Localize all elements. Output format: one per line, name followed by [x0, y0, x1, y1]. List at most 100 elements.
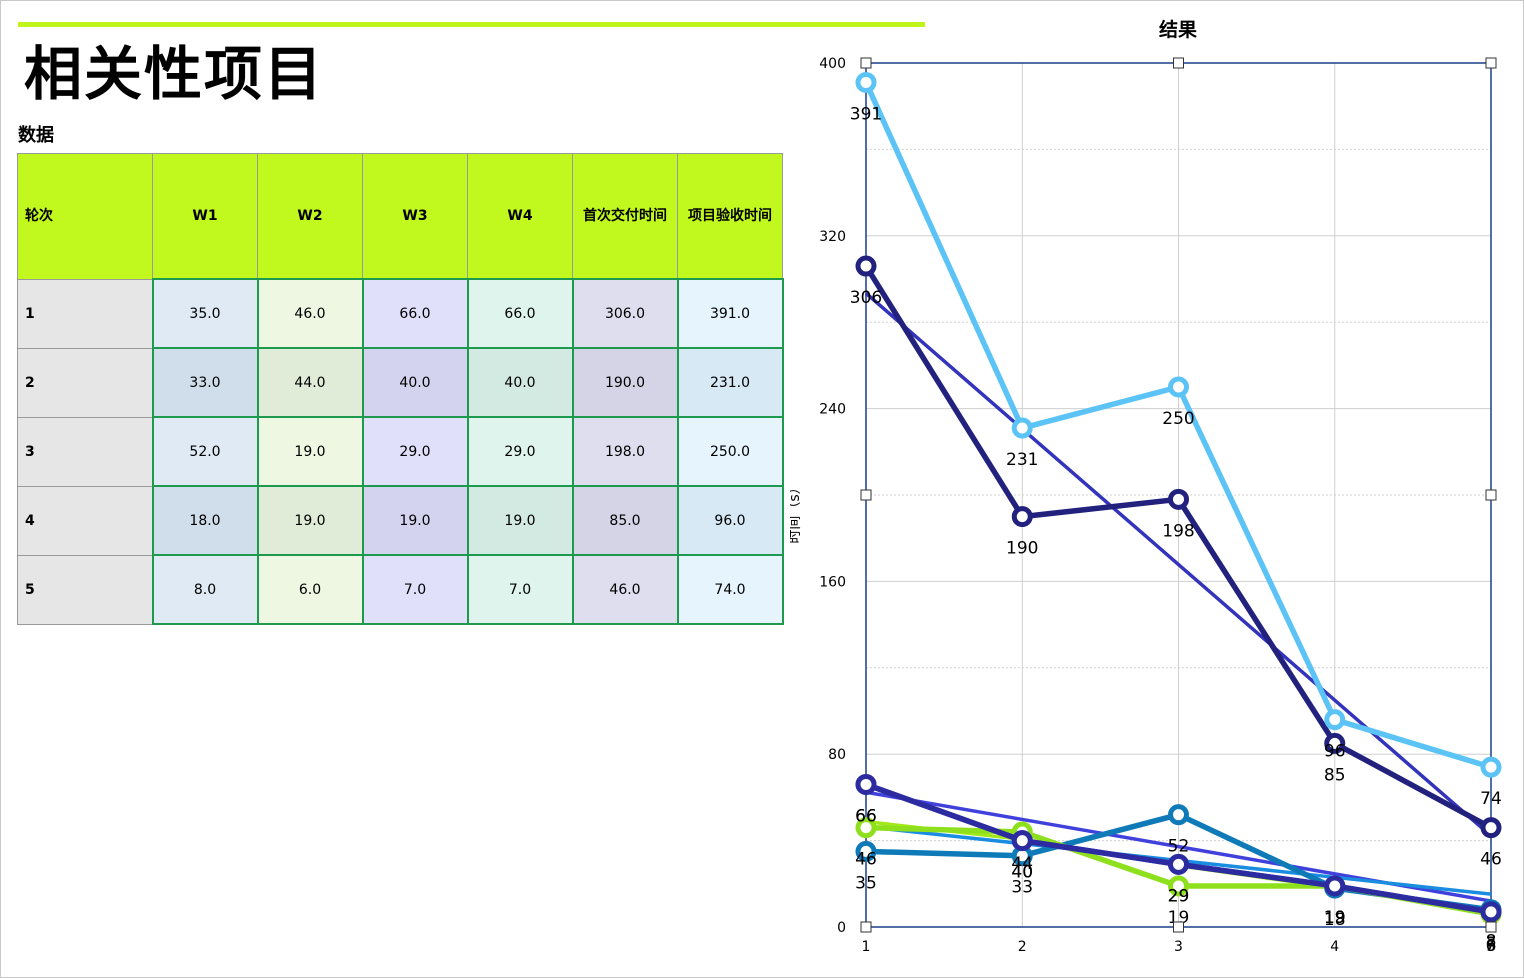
- data-point[interactable]: [1480, 756, 1502, 778]
- table-header-row: 轮次 W1 W2 W3 W4 首次交付时间 项目验收时间: [17, 153, 783, 280]
- data-point[interactable]: [855, 71, 877, 93]
- data-label: 198: [1162, 521, 1194, 541]
- data-point[interactable]: [1168, 376, 1189, 398]
- data-label: 19: [1324, 908, 1346, 928]
- table-cell[interactable]: 74.0: [676, 554, 784, 625]
- table-row: 4 18.0 19.0 19.0 19.0 85.0 96.0: [17, 485, 784, 556]
- data-point[interactable]: [1324, 709, 1346, 731]
- selection-handle[interactable]: [860, 57, 872, 69]
- header-w4[interactable]: W4: [467, 153, 573, 280]
- data-label: 35: [855, 873, 877, 893]
- table-cell[interactable]: 33.0: [151, 347, 259, 418]
- data-point[interactable]: [855, 773, 877, 795]
- table-cell[interactable]: 46.0: [571, 554, 679, 625]
- y-tick-label: 400: [819, 56, 846, 72]
- selection-handle[interactable]: [1173, 57, 1184, 69]
- selection-handle[interactable]: [860, 489, 872, 501]
- page-title: 相关性项目: [24, 40, 325, 108]
- table-cell-round[interactable]: 2: [17, 347, 153, 418]
- table-cell[interactable]: 306.0: [571, 278, 679, 349]
- data-point[interactable]: [1168, 488, 1189, 510]
- table-cell[interactable]: 40.0: [361, 347, 469, 418]
- x-tick-label: 1: [862, 939, 871, 955]
- header-round[interactable]: 轮次: [17, 153, 153, 280]
- data-label: 40: [1011, 863, 1033, 883]
- data-label: 29: [1168, 886, 1190, 906]
- y-tick-label: 320: [819, 229, 846, 245]
- table-cell[interactable]: 35.0: [151, 278, 259, 349]
- selection-handle[interactable]: [1485, 489, 1497, 501]
- data-point[interactable]: [1011, 417, 1033, 439]
- data-point[interactable]: [1168, 853, 1189, 875]
- table-cell[interactable]: 391.0: [676, 278, 784, 349]
- y-tick-label: 160: [819, 574, 846, 590]
- header-first-delivery[interactable]: 首次交付时间: [572, 153, 678, 280]
- table-cell[interactable]: 46.0: [256, 278, 364, 349]
- table-cell[interactable]: 198.0: [571, 416, 679, 487]
- title-accent-bar: [18, 22, 925, 27]
- data-label: 7: [1486, 934, 1497, 954]
- table-cell[interactable]: 7.0: [361, 554, 469, 625]
- selection-handle[interactable]: [1485, 921, 1497, 933]
- data-point[interactable]: [855, 255, 877, 277]
- data-label: 46: [1480, 850, 1502, 870]
- header-w1[interactable]: W1: [152, 153, 258, 280]
- data-label: 52: [1168, 837, 1190, 857]
- data-label: 96: [1324, 742, 1346, 762]
- table-cell-round[interactable]: 5: [17, 554, 153, 625]
- data-label: 306: [850, 288, 882, 308]
- table-cell[interactable]: 7.0: [466, 554, 574, 625]
- data-label: 46: [855, 850, 877, 870]
- header-w2[interactable]: W2: [257, 153, 363, 280]
- header-acceptance[interactable]: 项目验收时间: [677, 153, 783, 280]
- table-cell[interactable]: 190.0: [571, 347, 679, 418]
- data-label: 85: [1324, 765, 1346, 785]
- table-cell[interactable]: 19.0: [361, 485, 469, 556]
- data-point[interactable]: [1480, 817, 1502, 839]
- table-cell[interactable]: 231.0: [676, 347, 784, 418]
- data-point[interactable]: [1480, 901, 1502, 923]
- table-cell-round[interactable]: 4: [17, 485, 153, 556]
- x-tick-label: 3: [1174, 939, 1183, 955]
- table-cell[interactable]: 8.0: [151, 554, 259, 625]
- table-cell[interactable]: 29.0: [466, 416, 574, 487]
- table-cell[interactable]: 6.0: [256, 554, 364, 625]
- line-chart[interactable]: 结果 时间（s） 0801602403204001 2 3 4 535 335218846…: [790, 10, 1520, 972]
- table-row: 1 35.0 46.0 66.0 66.0 306.0 391.0: [17, 278, 784, 349]
- table-cell[interactable]: 19.0: [256, 416, 364, 487]
- table-cell[interactable]: 250.0: [676, 416, 784, 487]
- table-cell[interactable]: 52.0: [151, 416, 259, 487]
- table-cell[interactable]: 44.0: [256, 347, 364, 418]
- x-tick-label: 2: [1018, 939, 1027, 955]
- table-cell[interactable]: 29.0: [361, 416, 469, 487]
- table-cell[interactable]: 66.0: [466, 278, 574, 349]
- chart-title: 结果: [1159, 18, 1197, 41]
- table-cell[interactable]: 18.0: [151, 485, 259, 556]
- table-row: 5 8.0 6.0 7.0 7.0 46.0 74.0: [17, 554, 784, 625]
- y-axis-title: 时间（s）: [790, 480, 803, 543]
- data-label: 190: [1006, 539, 1038, 559]
- table-cell[interactable]: 85.0: [571, 485, 679, 556]
- data-point[interactable]: [1011, 830, 1033, 852]
- data-label: 74: [1480, 789, 1502, 809]
- y-tick-label: 240: [819, 402, 846, 418]
- selection-handle[interactable]: [1173, 921, 1184, 933]
- data-point[interactable]: [1011, 506, 1033, 528]
- data-point[interactable]: [1324, 875, 1346, 897]
- table-row: 2 33.0 44.0 40.0 40.0 190.0 231.0: [17, 347, 784, 418]
- data-table[interactable]: 轮次 W1 W2 W3 W4 首次交付时间 项目验收时间 1 35.0 46.0…: [17, 153, 784, 625]
- x-tick-label: 4: [1330, 939, 1339, 955]
- header-w3[interactable]: W3: [362, 153, 468, 280]
- table-cell[interactable]: 19.0: [466, 485, 574, 556]
- selection-handle[interactable]: [1485, 57, 1497, 69]
- table-cell[interactable]: 40.0: [466, 347, 574, 418]
- table-cell[interactable]: 66.0: [361, 278, 469, 349]
- table-cell[interactable]: 96.0: [676, 485, 784, 556]
- table-cell-round[interactable]: 3: [17, 416, 153, 487]
- table-cell[interactable]: 19.0: [256, 485, 364, 556]
- table-cell-round[interactable]: 1: [17, 278, 153, 349]
- table-row: 3 52.0 19.0 29.0 29.0 198.0 250.0: [17, 416, 784, 487]
- data-label: 391: [850, 104, 882, 124]
- selection-handle[interactable]: [860, 921, 872, 933]
- data-point[interactable]: [1168, 804, 1189, 826]
